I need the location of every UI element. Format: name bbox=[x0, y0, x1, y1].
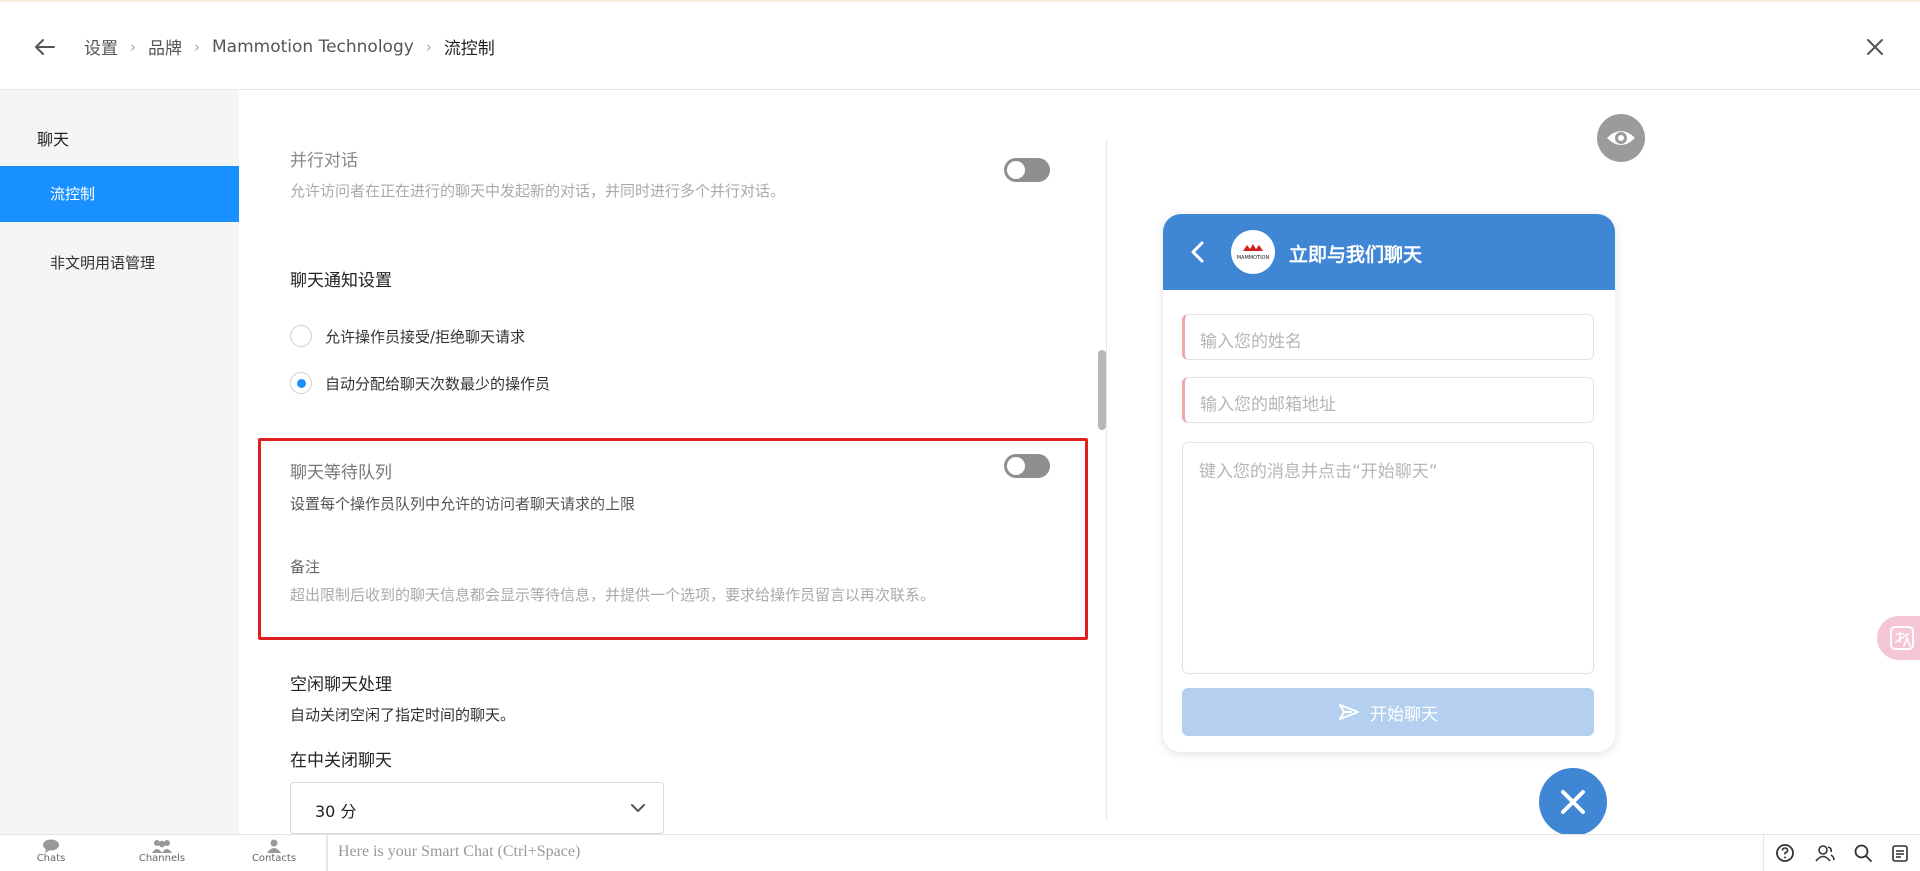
bottom-bar: Chats Channels Contacts Here is your Sma… bbox=[0, 834, 1920, 871]
sidebar-item-flow-control[interactable]: 流控制 bbox=[0, 166, 239, 222]
idle-timeout-select[interactable]: 30 分 bbox=[290, 782, 664, 834]
tab-chats-label: Chats bbox=[36, 853, 66, 864]
widget-header: MAMMOTION 立即与我们聊天 bbox=[1163, 214, 1615, 290]
notes-icon[interactable] bbox=[1889, 842, 1911, 864]
close-icon bbox=[1561, 790, 1585, 814]
toggle-knob bbox=[1007, 457, 1025, 475]
breadcrumb-current: 流控制 bbox=[443, 39, 495, 59]
chat-bubble-icon bbox=[43, 839, 59, 853]
breadcrumb: 设置 › 品牌 › Mammotion Technology › 流控制 bbox=[84, 34, 495, 60]
help-icon[interactable] bbox=[1774, 842, 1796, 864]
channels-icon bbox=[152, 840, 172, 853]
sidebar-item-profanity-management[interactable]: 非文明用语管理 bbox=[50, 252, 155, 273]
queue-description: 设置每个操作员队列中允许的访问者聊天请求的上限 bbox=[290, 495, 636, 513]
breadcrumb-brand-name[interactable]: Mammotion Technology bbox=[212, 37, 414, 57]
queue-title: 聊天等待队列 bbox=[290, 463, 392, 483]
idle-description: 自动关闭空闲了指定时间的聊天。 bbox=[290, 706, 516, 724]
email-field[interactable]: 输入您的邮箱地址 bbox=[1182, 377, 1594, 423]
breadcrumb-separator: › bbox=[194, 37, 200, 56]
tab-chats[interactable]: Chats bbox=[11, 837, 91, 864]
preview-toggle-button[interactable] bbox=[1597, 114, 1645, 162]
breadcrumb-separator: › bbox=[425, 37, 432, 56]
idle-title: 空闲聊天处理 bbox=[290, 675, 392, 695]
eye-icon bbox=[1607, 131, 1635, 145]
radio-auto-assign-label[interactable]: 自动分配给聊天次数最少的操作员 bbox=[325, 373, 550, 394]
sidebar: 聊天 流控制 非文明用语管理 bbox=[0, 90, 239, 834]
name-placeholder: 输入您的姓名 bbox=[1200, 332, 1302, 352]
bottom-right-separator bbox=[1763, 835, 1764, 871]
message-placeholder: 键入您的消息并点击“开始聊天” bbox=[1199, 462, 1438, 482]
queue-note-text: 超出限制后收到的聊天信息都会显示等待信息，并提供一个选项，要求给操作员留言以再次… bbox=[290, 586, 936, 604]
arrow-left-icon bbox=[35, 39, 55, 55]
tab-channels[interactable]: Channels bbox=[122, 837, 202, 864]
radio-auto-assign[interactable] bbox=[290, 372, 312, 394]
breadcrumb-separator: › bbox=[130, 37, 136, 56]
breadcrumb-settings[interactable]: 设置 bbox=[84, 34, 118, 59]
notification-title: 聊天通知设置 bbox=[290, 271, 392, 291]
close-icon bbox=[1867, 39, 1883, 55]
widget-title: 立即与我们聊天 bbox=[1289, 244, 1423, 266]
email-placeholder: 输入您的邮箱地址 bbox=[1200, 395, 1336, 415]
tab-contacts[interactable]: Contacts bbox=[234, 837, 314, 864]
queue-note-title: 备注 bbox=[290, 558, 321, 576]
tab-channels-label: Channels bbox=[138, 853, 186, 864]
radio-accept-reject-label[interactable]: 允许操作员接受/拒绝聊天请求 bbox=[325, 326, 525, 347]
settings-panel: 并行对话 允许访问者在正在进行的聊天中发起新的对话，并同时进行多个并行对话。 聊… bbox=[239, 90, 1105, 834]
translate-button[interactable] bbox=[1877, 616, 1920, 660]
breadcrumb-brand[interactable]: 品牌 bbox=[148, 34, 182, 59]
panel-divider bbox=[1106, 140, 1107, 820]
brand-logo: MAMMOTION bbox=[1231, 230, 1275, 274]
bottom-separator bbox=[326, 835, 328, 871]
chat-widget-preview: MAMMOTION 立即与我们聊天 输入您的姓名 输入您的邮箱地址 键入您的消息… bbox=[1163, 214, 1615, 752]
chevron-left-icon[interactable] bbox=[1187, 238, 1209, 266]
widget-close-button[interactable] bbox=[1539, 768, 1607, 836]
send-icon bbox=[1339, 704, 1359, 720]
sidebar-section-title: 聊天 bbox=[37, 130, 70, 149]
message-field[interactable]: 键入您的消息并点击“开始聊天” bbox=[1182, 442, 1594, 674]
contact-icon bbox=[267, 839, 281, 853]
start-chat-label: 开始聊天 bbox=[1370, 704, 1438, 725]
top-header: 设置 › 品牌 › Mammotion Technology › 流控制 bbox=[0, 0, 1920, 90]
radio-accept-reject[interactable] bbox=[290, 325, 312, 347]
agents-icon[interactable] bbox=[1814, 842, 1836, 864]
search-icon[interactable] bbox=[1852, 842, 1874, 864]
close-button[interactable] bbox=[1860, 32, 1890, 62]
toggle-knob bbox=[1007, 161, 1025, 179]
tab-contacts-label: Contacts bbox=[251, 853, 297, 864]
parallel-title: 并行对话 bbox=[290, 151, 358, 171]
name-field[interactable]: 输入您的姓名 bbox=[1182, 314, 1594, 360]
start-chat-button[interactable]: 开始聊天 bbox=[1182, 688, 1594, 736]
translate-icon bbox=[1890, 626, 1914, 650]
svg-text:MAMMOTION: MAMMOTION bbox=[1237, 255, 1270, 261]
parallel-description: 允许访问者在正在进行的聊天中发起新的对话，并同时进行多个并行对话。 bbox=[290, 182, 786, 200]
idle-close-label: 在中关闭聊天 bbox=[290, 751, 392, 771]
queue-toggle[interactable] bbox=[1004, 454, 1050, 478]
parallel-toggle[interactable] bbox=[1004, 158, 1050, 182]
smart-chat-input[interactable]: Here is your Smart Chat (Ctrl+Space) bbox=[338, 843, 580, 861]
chevron-down-icon bbox=[631, 804, 645, 812]
settings-scrollbar[interactable] bbox=[1098, 350, 1106, 430]
idle-timeout-value: 30 分 bbox=[315, 802, 357, 821]
back-button[interactable] bbox=[30, 32, 64, 62]
